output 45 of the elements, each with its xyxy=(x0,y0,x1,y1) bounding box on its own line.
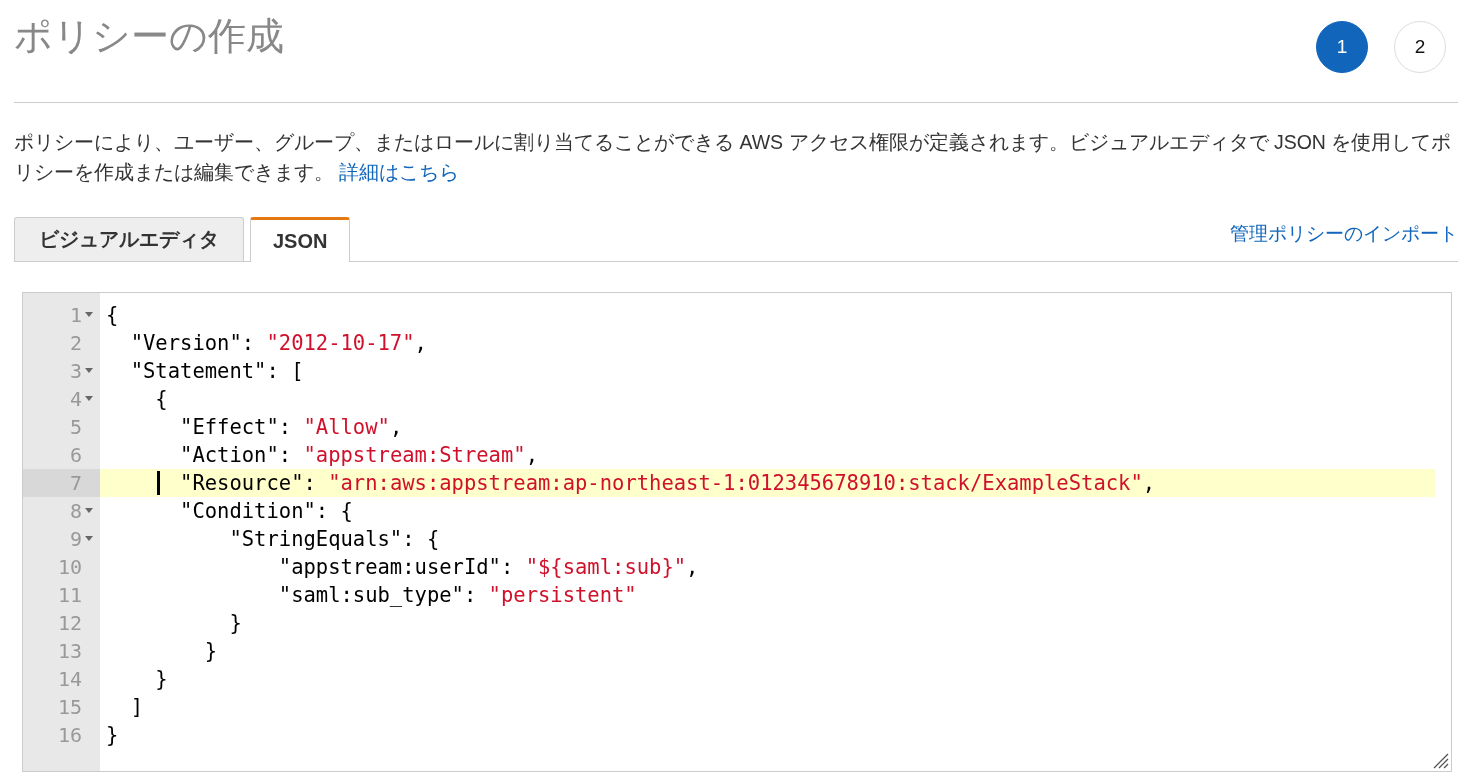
line-number: 14 xyxy=(57,667,82,691)
page-title: ポリシーの作成 xyxy=(14,14,284,59)
import-policy-link[interactable]: 管理ポリシーのインポート xyxy=(1230,221,1458,247)
details-link[interactable]: 詳細はこちら xyxy=(339,161,460,183)
description-text: ポリシーにより、ユーザー、グループ、またはロールに割り当てることができる AWS アクセス権限が定義されます。ビジュアルエディタで JSON を使用してポリシーを作成または編集できます。 詳細はこちら xyxy=(14,130,1453,185)
line-number: 6 xyxy=(69,443,82,467)
line-number: 7 xyxy=(69,471,82,495)
code-line: "Statement": [ xyxy=(129,358,304,385)
line-number: 8 xyxy=(69,499,82,523)
step-indicator[interactable]: 2 xyxy=(1394,21,1446,73)
line-number: 13 xyxy=(57,639,82,663)
line-number: 3 xyxy=(69,359,82,383)
line-number: 4 xyxy=(69,387,82,411)
line-number: 2 xyxy=(69,331,82,355)
step-indicator[interactable]: 1 xyxy=(1316,21,1368,73)
line-number: 9 xyxy=(69,527,82,551)
line-number: 16 xyxy=(57,723,82,747)
line-number: 12 xyxy=(57,611,82,635)
code-line: "Version": "2012-10-17", xyxy=(129,330,427,357)
fold-arrow-icon[interactable] xyxy=(85,536,93,542)
line-number: 1 xyxy=(69,303,82,327)
line-number: 10 xyxy=(57,555,82,579)
fold-arrow-icon[interactable] xyxy=(85,396,93,402)
code-line: } xyxy=(228,610,242,637)
code-line: { xyxy=(154,386,168,413)
code-line: "saml:sub_type": "persistent" xyxy=(277,582,637,609)
code-line: ] xyxy=(129,694,144,721)
code-line: "Effect": "Allow", xyxy=(179,414,403,441)
editor-tab[interactable]: ビジュアルエディタ xyxy=(14,217,244,261)
code-line: } xyxy=(203,638,218,665)
line-number: 5 xyxy=(69,415,82,439)
code-line: } xyxy=(154,666,168,693)
code-line: } xyxy=(106,722,119,749)
code-line: "appstream:userId": "${saml:sub}", xyxy=(277,554,699,581)
code-line: { xyxy=(106,302,119,329)
code-line: "StringEquals": { xyxy=(228,526,440,553)
line-number: 15 xyxy=(57,695,82,719)
code-line: "Action": "appstream:Stream", xyxy=(179,442,538,469)
fold-arrow-icon[interactable] xyxy=(85,312,93,318)
code-line: "Condition": { xyxy=(179,498,353,525)
fold-arrow-icon[interactable] xyxy=(85,508,93,514)
line-number: 11 xyxy=(57,583,82,607)
editor-tab[interactable]: JSON xyxy=(250,217,351,262)
code-line: "Resource": "arn:aws:appstream:ap-northeast-1:012345678910:stack/ExampleStack", xyxy=(179,470,1156,497)
fold-arrow-icon[interactable] xyxy=(85,368,93,374)
